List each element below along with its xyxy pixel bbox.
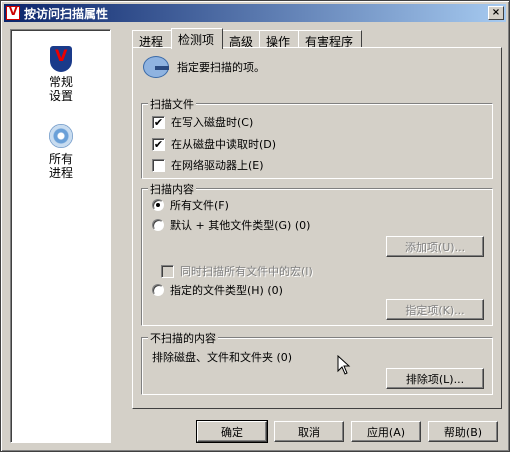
button-label: 排除项(L)... [405,372,465,386]
tab-actions[interactable]: 操作 [259,30,299,49]
radio-button[interactable] [152,284,164,296]
button-label: 应用(A) [366,425,406,439]
tab-advanced[interactable]: 高级 [222,30,260,49]
option-label: 在从磁盘中读取时(D) [171,138,277,151]
scan-content-group: 扫描内容 所有文件(F) 默认 + 其他文件类型(G) (0) 添加项(U)..… [141,181,493,326]
group-title: 扫描内容 [148,181,196,197]
exclusions-text: 排除磁盘、文件和文件夹 (0) [152,351,293,364]
scan-settings-icon [143,56,169,78]
option-label: 在写入磁盘时(C) [171,116,254,129]
sidebar: 常规 设置 所有 进程 [10,29,111,443]
tab-processes[interactable]: 进程 [132,30,172,49]
sidebar-item-label: 进程 [48,166,73,180]
option-label: 所有文件(F) [170,199,229,212]
intro-text: 指定要扫描的项。 [177,61,265,74]
option-network-drives[interactable]: 在网络驱动器上(E) [152,157,264,173]
detection-panel: 指定要扫描的项。 扫描文件 ✔ 在写入磁盘时(C) ✔ 在从磁盘中读取时(D) … [132,47,502,409]
disc-icon [49,124,73,148]
tab-unwanted-programs[interactable]: 有害程序 [298,30,362,49]
shield-icon [50,46,72,72]
option-specified-types[interactable]: 指定的文件类型(H) (0) [152,282,283,298]
app-shield-icon [6,5,20,20]
properties-dialog: 按访问扫描属性 × 常规 设置 所有 进程 进程 检测项 高级 操作 有害程序 … [0,0,510,452]
scan-files-group: 扫描文件 ✔ 在写入磁盘时(C) ✔ 在从磁盘中读取时(D) 在网络驱动器上(E… [141,96,493,179]
sidebar-item-general-settings[interactable]: 常规 设置 [11,46,111,103]
tab-detection[interactable]: 检测项 [171,28,223,49]
ok-button[interactable]: 确定 [196,420,268,443]
group-title: 扫描文件 [148,96,196,112]
option-label: 指定的文件类型(H) (0) [170,284,283,297]
sidebar-item-label: 设置 [48,89,73,103]
title-bar: 按访问扫描属性 × [4,4,506,22]
checkbox[interactable]: ✔ [152,137,165,151]
help-button[interactable]: 帮助(B) [428,421,498,442]
exclusions-button[interactable]: 排除项(L)... [386,368,484,389]
intro: 指定要扫描的项。 [143,56,265,78]
option-label: 在网络驱动器上(E) [171,159,264,172]
exclusions-summary: 排除磁盘、文件和文件夹 (0) [152,349,292,365]
button-label: 帮助(B) [443,425,483,439]
button-label: 确定 [221,425,243,439]
option-scan-macros[interactable]: 同时扫描所有文件中的宏(I) [161,263,313,279]
cancel-button[interactable]: 取消 [274,421,344,442]
option-on-read[interactable]: ✔ 在从磁盘中读取时(D) [152,136,276,152]
window-title: 按访问扫描属性 [24,6,109,21]
sidebar-item-all-processes[interactable]: 所有 进程 [11,124,111,180]
option-label: 同时扫描所有文件中的宏(I) [180,265,313,278]
button-label: 指定项(K)... [405,303,465,317]
group-title: 不扫描的内容 [148,330,218,346]
mouse-cursor-icon [337,355,351,375]
apply-button[interactable]: 应用(A) [351,421,421,442]
radio-button[interactable] [152,199,164,211]
checkbox[interactable] [161,264,174,278]
option-default-plus[interactable]: 默认 + 其他文件类型(G) (0) [152,217,310,233]
option-label: 默认 + 其他文件类型(G) (0) [170,219,311,232]
button-label: 取消 [298,425,320,439]
radio-button[interactable] [152,219,164,231]
checkbox[interactable] [152,158,165,172]
close-button[interactable]: × [488,6,504,20]
specify-types-button[interactable]: 指定项(K)... [386,299,484,320]
sidebar-item-label: 所有 [48,152,73,166]
button-label: 添加项(U)... [404,240,466,254]
checkbox[interactable]: ✔ [152,115,165,129]
exclusions-group: 不扫描的内容 排除磁盘、文件和文件夹 (0) 排除项(L)... [141,330,493,395]
sidebar-item-label: 常规 [48,75,73,89]
option-on-write[interactable]: ✔ 在写入磁盘时(C) [152,114,253,130]
option-all-files[interactable]: 所有文件(F) [152,197,229,213]
add-types-button[interactable]: 添加项(U)... [386,236,484,257]
